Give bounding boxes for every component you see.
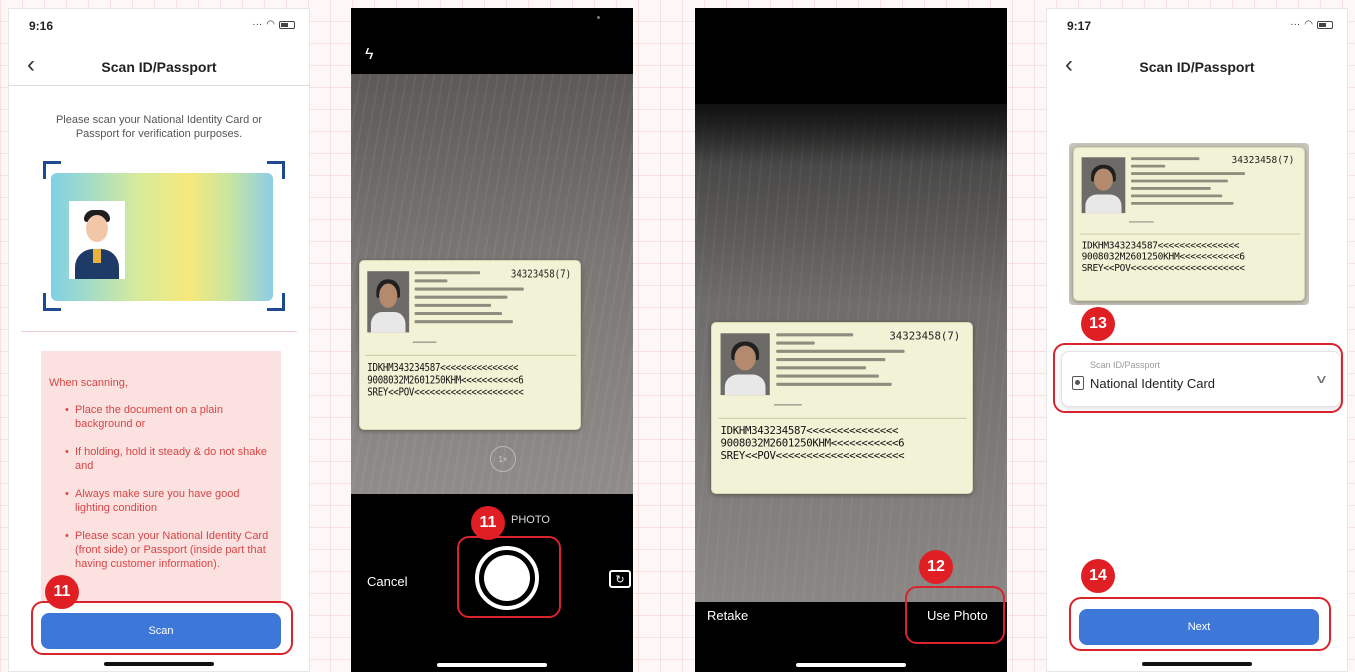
home-indicator (437, 663, 547, 667)
person-avatar-icon (69, 201, 125, 279)
scan-frame-corner (43, 293, 61, 311)
cancel-button[interactable]: Cancel (367, 574, 407, 589)
instruction-item: Always make sure you have good lighting … (65, 487, 271, 515)
id-card-scan: 34323458(7) IDKHM343234587<<<<<<<<<<<<<<… (1073, 147, 1305, 301)
id-text-lines (776, 333, 905, 391)
signature (412, 332, 441, 343)
id-card-preview: 34323458(7) IDKHM343234587<<<<<<<<<<<<<<… (711, 322, 973, 494)
status-icons: ··· ◠ (1290, 19, 1333, 30)
id-photo (367, 271, 410, 333)
id-photo (1081, 157, 1126, 214)
page-title: Scan ID/Passport (101, 59, 217, 75)
screen-select-document: 9:17 ··· ◠ ‹ Scan ID/Passport 34323458(7… (1046, 8, 1348, 672)
instruction-item: Place the document on a plain background… (65, 403, 271, 431)
status-time: 9:16 (29, 19, 54, 33)
page-title: Scan ID/Passport (1139, 59, 1255, 75)
instructions-list: Place the document on a plain background… (49, 403, 271, 571)
signature (1128, 213, 1158, 223)
home-indicator (796, 663, 906, 667)
instruction-item: If holding, hold it steady & do not shak… (65, 445, 271, 473)
step-badge: 12 (919, 550, 953, 584)
id-photo (720, 333, 770, 396)
retake-button[interactable]: Retake (707, 608, 748, 623)
scan-frame-corner (267, 293, 285, 311)
camera-dot (597, 16, 600, 19)
highlight-shutter (457, 536, 561, 618)
header-divider (9, 85, 309, 86)
step-badge: 13 (1081, 307, 1115, 341)
scanned-document-image: 34323458(7) IDKHM343234587<<<<<<<<<<<<<<… (1069, 143, 1309, 305)
signal-icon: ··· (252, 19, 263, 30)
highlight-scan-button (31, 601, 293, 655)
intro-text: Please scan your National Identity Card … (55, 114, 263, 140)
home-indicator (1142, 662, 1252, 666)
wifi-icon: ◠ (266, 19, 275, 30)
highlight-select (1053, 343, 1343, 413)
status-time: 9:17 (1067, 19, 1092, 33)
flash-icon[interactable]: ϟ (365, 46, 373, 64)
scan-frame-corner (43, 161, 61, 179)
step-badge: 14 (1081, 559, 1115, 593)
screen-photo-preview: 34323458(7) IDKHM343234587<<<<<<<<<<<<<<… (695, 8, 1007, 672)
battery-icon (1317, 20, 1333, 29)
zoom-toggle[interactable]: 1× (490, 446, 516, 472)
signal-icon: ··· (1290, 19, 1301, 30)
signature (773, 395, 807, 406)
screen-camera: ϟ 34323458(7) IDKHM343234587<<<<<<<<<<<<… (351, 8, 633, 672)
photo-preview: 34323458(7) IDKHM343234587<<<<<<<<<<<<<<… (695, 104, 1007, 602)
camera-mode-label[interactable]: PHOTO (511, 514, 550, 526)
instruction-item: Please scan your National Identity Card … (65, 529, 271, 571)
id-card-preview: 34323458(7) IDKHM343234587<<<<<<<<<<<<<<… (359, 260, 581, 430)
wifi-icon: ◠ (1304, 19, 1313, 30)
id-text-lines (1131, 157, 1245, 209)
id-mrz: IDKHM343234587<<<<<<<<<<<<<<< 9008032M260… (720, 426, 905, 463)
home-indicator (104, 662, 214, 666)
id-mrz: IDKHM343234587<<<<<<<<<<<<<<< 9008032M260… (1081, 241, 1245, 274)
highlight-next-button (1069, 597, 1331, 651)
battery-icon (279, 20, 295, 29)
status-icons: ··· ◠ (252, 19, 295, 30)
flip-camera-icon[interactable]: ↻ (609, 570, 631, 588)
scan-frame-corner (267, 161, 285, 179)
id-text-lines (414, 271, 524, 328)
screen-scan-intro: 9:16 ··· ◠ ‹ Scan ID/Passport Please sca… (8, 8, 310, 672)
step-badge: 11 (45, 575, 79, 609)
instructions-heading: When scanning, (49, 377, 128, 389)
content-divider (21, 331, 297, 332)
step-badge: 11 (471, 506, 505, 540)
camera-viewfinder: 34323458(7) IDKHM343234587<<<<<<<<<<<<<<… (351, 74, 633, 494)
id-mrz: IDKHM343234587<<<<<<<<<<<<<<< 9008032M260… (367, 363, 524, 399)
instructions-panel: When scanning, Place the document on a p… (41, 351, 281, 601)
highlight-use-photo (905, 586, 1005, 644)
